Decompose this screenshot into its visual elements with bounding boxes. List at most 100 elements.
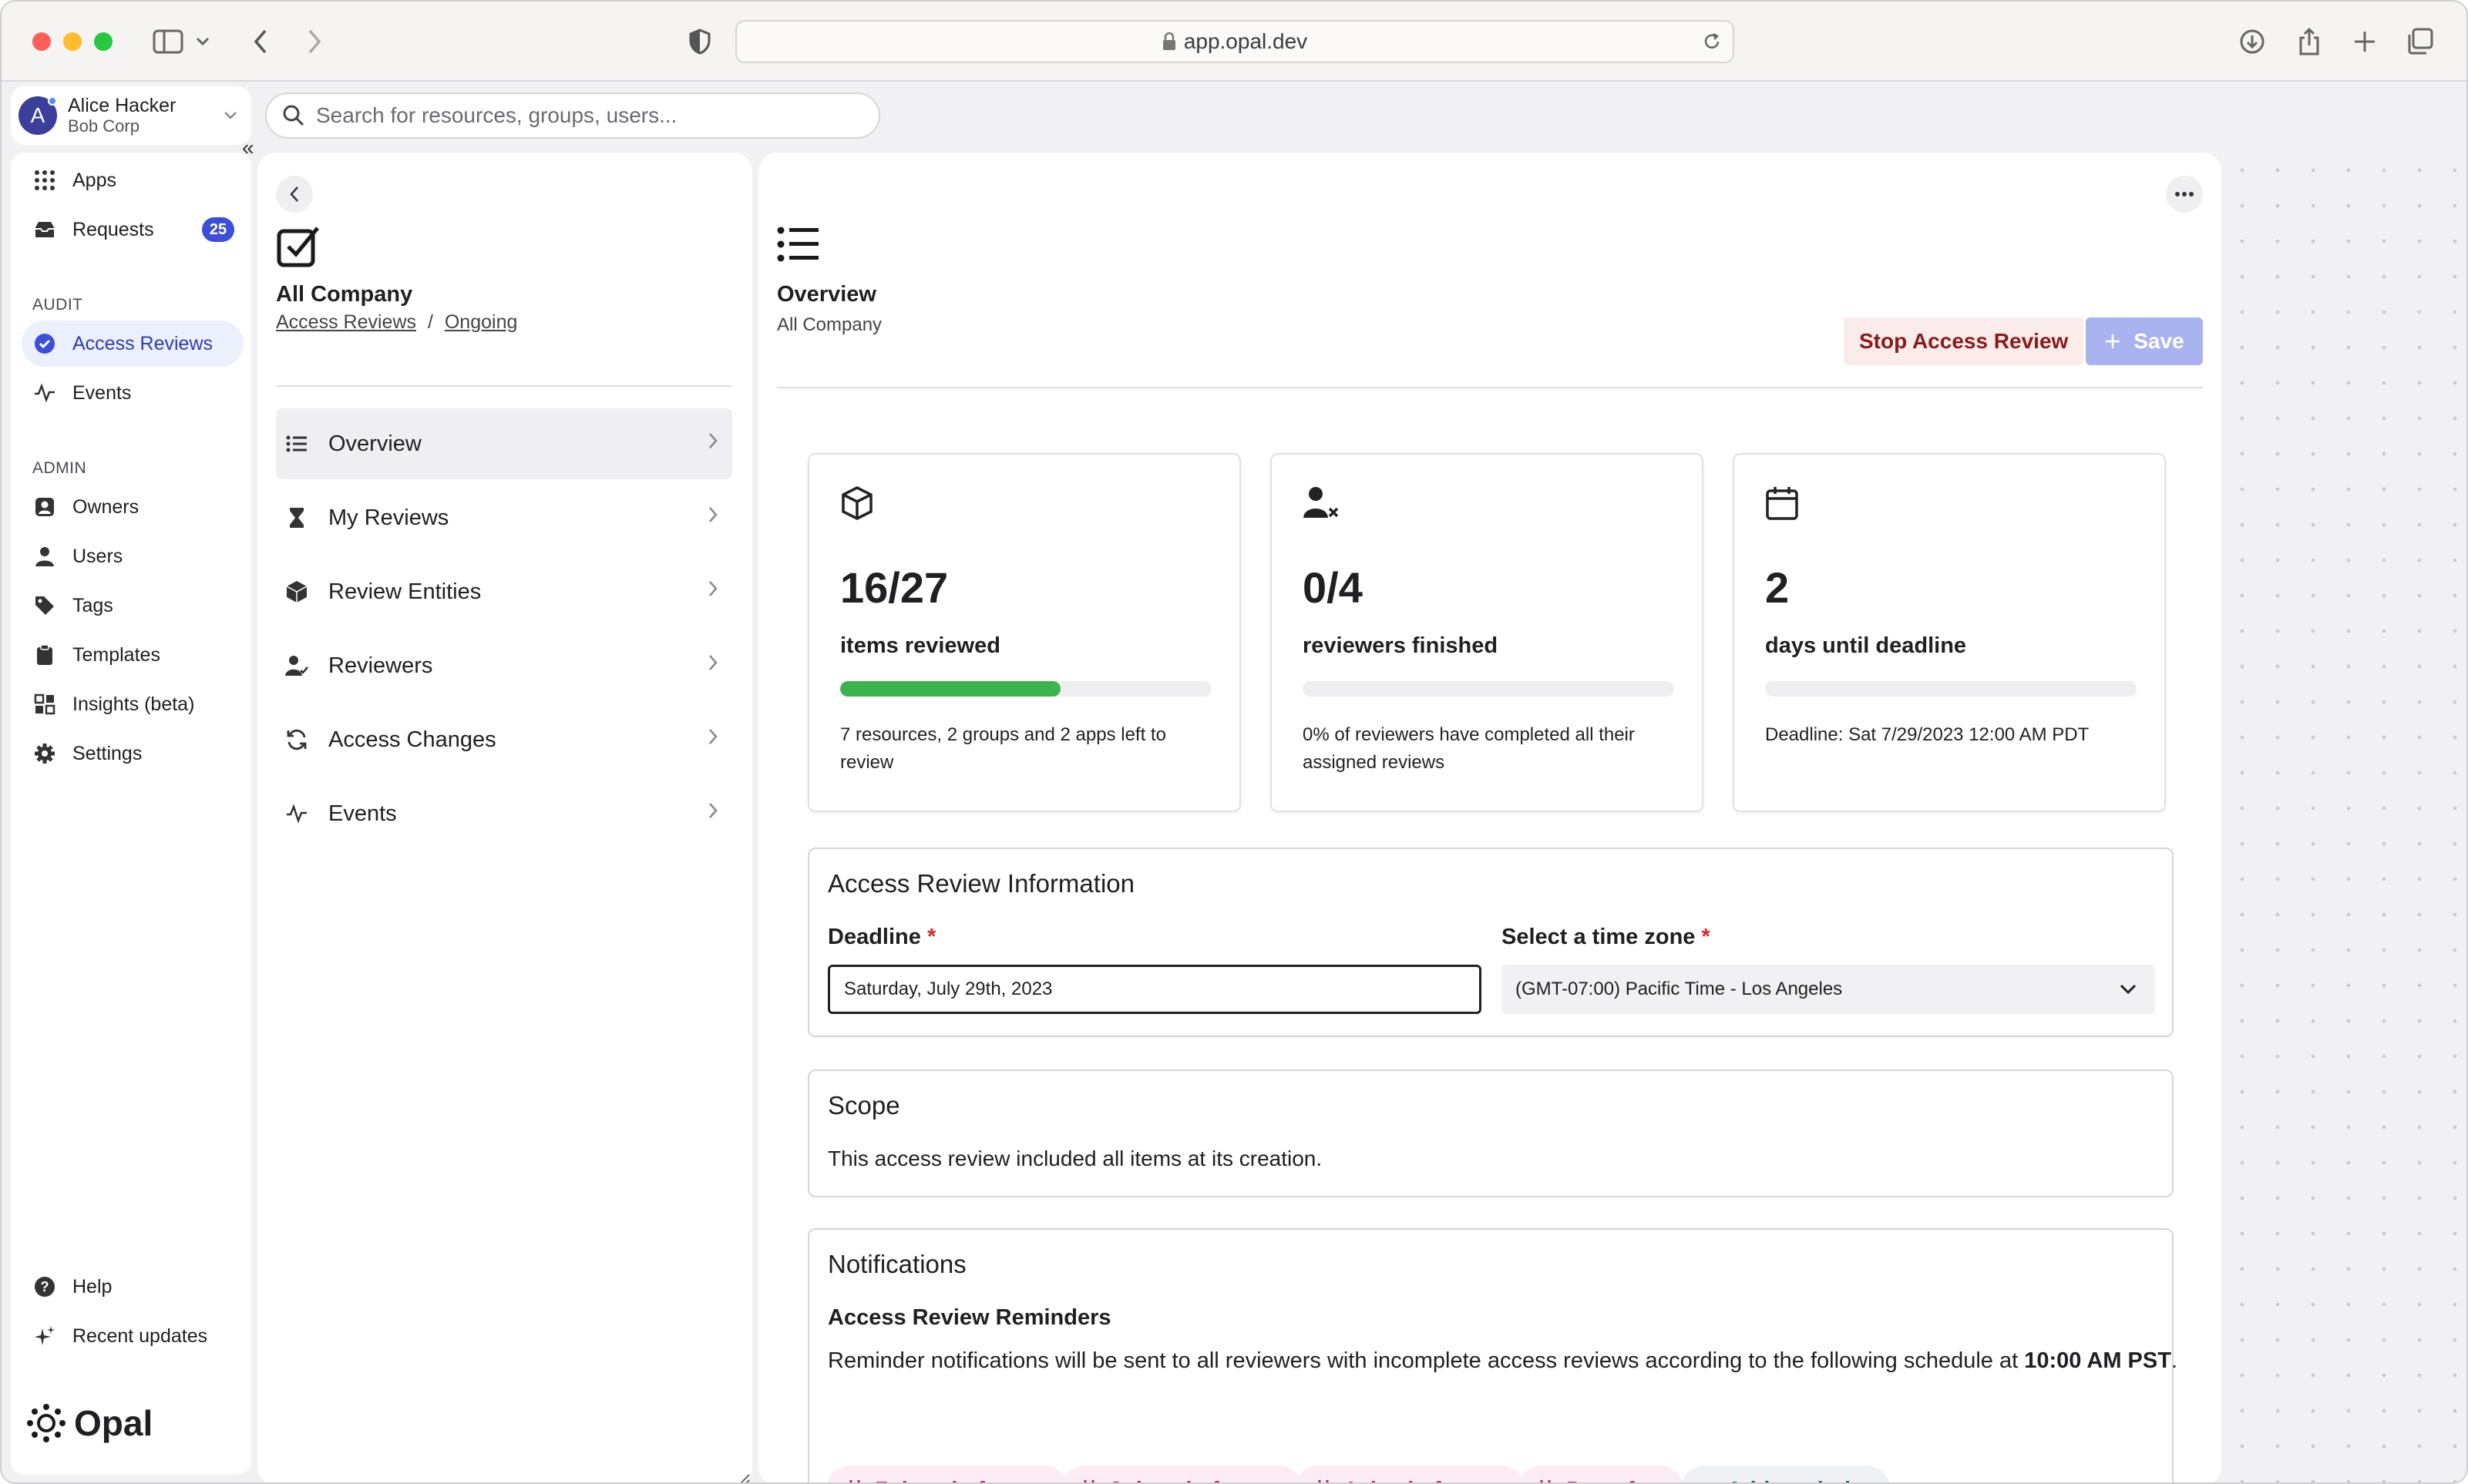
stop-access-review-button[interactable]: Stop Access Review [1844,317,2084,365]
reminders-heading: Access Review Reminders [828,1305,1111,1330]
progress-bar [1303,681,1674,697]
remove-reminder-icon[interactable]: ✕ [1647,1477,1666,1483]
sidebar-item-users[interactable]: Users [22,533,244,579]
chevron-right-icon [709,655,718,670]
avatar: A [18,96,57,135]
account-switcher[interactable]: A Alice Hacker Bob Corp [11,86,251,145]
status-dot [48,96,57,106]
save-button[interactable]: Save [2086,317,2203,365]
breadcrumb: Access Reviews / Ongoing [276,311,517,334]
sidebar-item-label: Owners [72,495,140,518]
reload-icon[interactable] [1702,32,1722,52]
tab-overview-icon[interactable] [2402,23,2439,60]
reminder-time: 10:00 AM PST [2024,1348,2171,1373]
timezone-label-text: Select a time zone [1501,925,1696,949]
reminder-chip[interactable]: Day of ✕ [1517,1466,1684,1483]
search-icon [283,105,304,126]
close-window-button[interactable] [32,32,51,51]
avatar-initial: A [30,103,45,127]
opal-logo[interactable]: Opal [26,1402,153,1444]
sidebar-item-help[interactable]: ? Help [22,1264,244,1310]
remove-reminder-icon[interactable]: ✕ [1488,1477,1507,1483]
back-arrow-icon[interactable] [242,23,279,60]
sidebar-item-events[interactable]: Events [22,370,244,416]
collapse-sidebar-icon[interactable]: « [242,136,254,160]
calendar-icon [849,1480,860,1482]
reminder-label: 1 day before [1344,1478,1476,1483]
chevron-right-icon [709,803,718,818]
reminder-label: 3 days before [1110,1478,1254,1483]
nav-reviewers[interactable]: Reviewers [276,630,732,701]
breadcrumb-link-access-reviews[interactable]: Access Reviews [276,311,416,333]
nav-events[interactable]: Events [276,778,732,849]
sidebar-item-templates[interactable]: Templates [22,632,244,678]
overview-subtitle: All Company [777,314,883,335]
reminder-chip[interactable]: 3 days before ✕ [1061,1466,1304,1483]
nav-overview[interactable]: Overview [276,408,732,479]
sidebar-toggle-icon[interactable] [150,23,187,60]
stat-note: 7 resources, 2 groups and 2 apps left to… [840,724,1166,773]
chevron-down-icon [224,112,237,119]
dotted-background [2224,153,2466,1482]
nav-my-reviews[interactable]: My Reviews [276,482,732,553]
sidebar-item-apps[interactable]: Apps [22,157,244,203]
stat-label: items reviewed [840,633,1000,658]
notifications-section: Notifications Access Review Reminders Re… [808,1228,2177,1482]
deadline-date-input[interactable]: Saturday, July 29th, 2023 [828,965,1481,1014]
progress-bar [1765,681,2137,697]
sidebar-item-access-reviews[interactable]: Access Reviews [22,321,244,367]
requests-count-badge: 25 [202,217,234,242]
global-search[interactable] [265,92,880,139]
app-area: A Alice Hacker Bob Corp Apps Requests 25… [2,82,2466,1484]
sidebar-item-requests[interactable]: Requests 25 [22,206,244,253]
page-title: All Company [276,282,413,307]
back-button[interactable] [276,176,313,213]
reminders-description: Reminder notifications will be sent to a… [828,1348,2177,1374]
chevron-down-icon[interactable] [191,23,214,60]
nav-label: Reviewers [328,653,433,678]
breadcrumb-link-ongoing[interactable]: Ongoing [445,311,518,333]
clipboard-icon [32,643,57,667]
sidebar-item-owners[interactable]: Owners [22,484,244,530]
user-org: Bob Corp [68,116,140,136]
reminder-chip[interactable]: 7 days before ✕ [826,1466,1070,1483]
sidebar-item-insights[interactable]: Insights (beta) [22,681,244,727]
chevron-down-icon [2120,984,2137,995]
new-tab-icon[interactable] [2346,23,2383,60]
timezone-select[interactable]: (GMT-07:00) Pacific Time - Los Angeles [1501,965,2155,1014]
remove-reminder-icon[interactable]: ✕ [1032,1477,1051,1483]
nav-review-entities[interactable]: Review Entities [276,556,732,627]
divider [777,387,2203,388]
sidebar-item-label: Tags [72,594,113,616]
download-icon[interactable] [2234,23,2271,60]
forward-arrow-icon[interactable] [296,23,333,60]
sidebar: Apps Requests 25 AUDIT Access Reviews Ev… [11,153,251,1475]
calendar-icon [1318,1480,1329,1482]
url-text: app.opal.dev [1183,29,1308,53]
sidebar-item-tags[interactable]: Tags [22,583,244,629]
activity-icon [32,381,57,405]
user-x-icon [1303,487,1339,518]
more-horizontal-icon [2175,192,2194,196]
resize-handle-icon[interactable] [735,1472,751,1484]
activity-icon [284,801,310,827]
timezone-label: Select a time zone * [1501,925,1710,950]
stat-card-reviewers-finished: 0/4 reviewers finished 0% of reviewers h… [1270,453,1703,812]
cube-outline-icon [842,486,873,520]
sidebar-item-settings[interactable]: Settings [22,730,244,777]
more-options-button[interactable] [2166,176,2203,213]
minimize-window-button[interactable] [63,32,82,51]
sidebar-item-recent-updates[interactable]: Recent updates [22,1313,244,1359]
search-input[interactable] [316,103,871,128]
reminder-chip[interactable]: 1 day before ✕ [1295,1466,1526,1483]
remove-reminder-icon[interactable]: ✕ [1266,1477,1285,1483]
add-reminder-button[interactable]: Add reminder [1680,1466,1891,1482]
svg-text:?: ? [41,1279,49,1294]
sidebar-item-label: Requests [72,218,154,240]
nav-access-changes[interactable]: Access Changes [276,704,732,775]
privacy-shield-icon[interactable] [681,23,718,60]
share-icon[interactable] [2291,23,2328,60]
stat-value: 16/27 [840,563,949,612]
maximize-window-button[interactable] [94,32,113,51]
address-bar[interactable]: app.opal.dev [735,20,1734,63]
